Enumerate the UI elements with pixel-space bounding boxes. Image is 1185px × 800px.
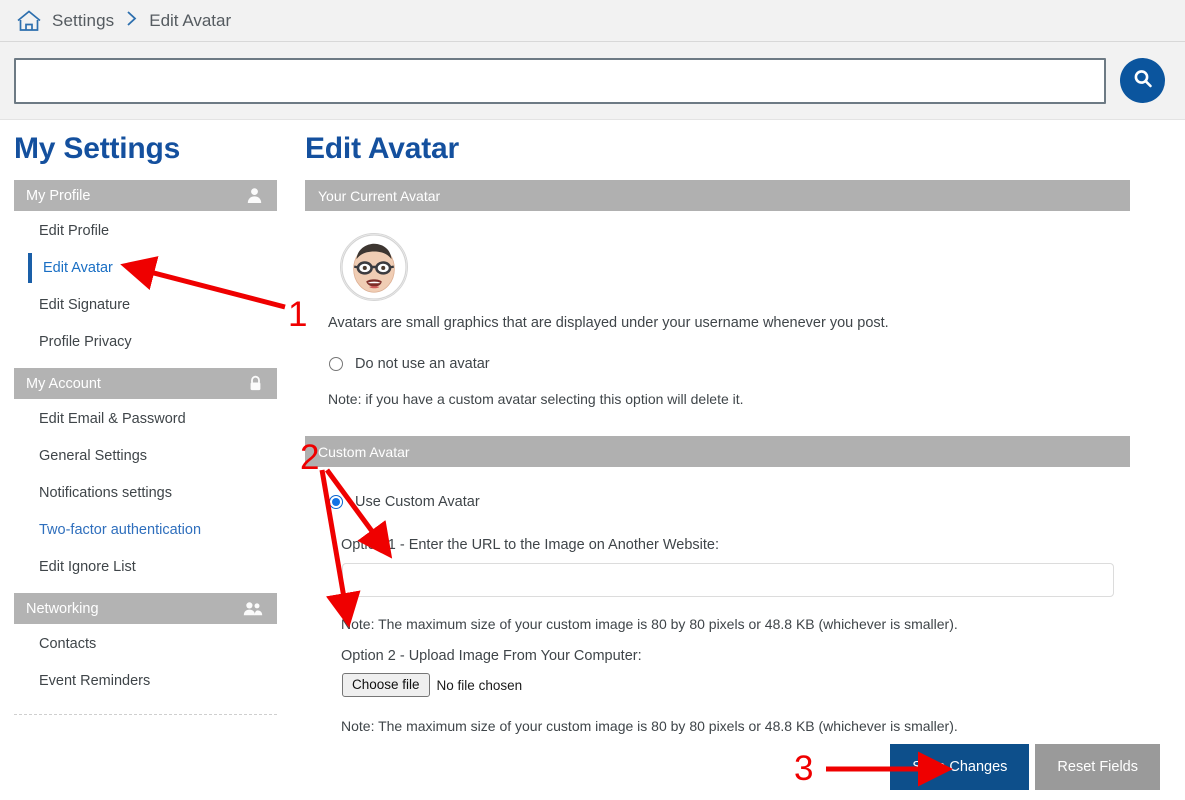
- sidebar-item-label: Event Reminders: [39, 673, 151, 689]
- content-wrap: My Settings My Profile Edit Profile Edit…: [0, 120, 1185, 734]
- sidebar-item-label: Edit Signature: [39, 297, 131, 313]
- sidebar-item-label: Edit Email & Password: [39, 411, 186, 427]
- avatar-url-input[interactable]: [342, 563, 1114, 597]
- sidebar-item-event-reminders[interactable]: Event Reminders: [14, 664, 277, 698]
- sidebar-group-networking[interactable]: Networking: [14, 593, 277, 624]
- sidebar-item-notifications-settings[interactable]: Notifications settings: [14, 476, 277, 510]
- sidebar-links-networking: Contacts Event Reminders: [14, 627, 277, 698]
- sidebar-item-label: Edit Ignore List: [39, 559, 136, 575]
- annotation-number-1: 1: [288, 295, 308, 334]
- radio-indicator[interactable]: [329, 357, 343, 371]
- file-chosen-status: No file chosen: [436, 677, 523, 693]
- sidebar-links-my-profile: Edit Profile Edit Avatar Edit Signature …: [14, 214, 277, 359]
- sidebar-title: My Settings: [14, 132, 181, 165]
- sidebar-item-edit-email-password[interactable]: Edit Email & Password: [14, 402, 277, 436]
- sidebar-item-label: Contacts: [39, 636, 97, 652]
- sidebar: My Settings My Profile Edit Profile Edit…: [0, 126, 290, 734]
- reset-fields-button[interactable]: Reset Fields: [1035, 744, 1160, 790]
- sidebar-item-label: Notifications settings: [39, 485, 172, 501]
- sidebar-item-label: Edit Profile: [39, 223, 110, 239]
- search-icon: [1131, 67, 1155, 94]
- option1-note: Note: The maximum size of your custom im…: [341, 616, 958, 632]
- no-avatar-note: Note: if you have a custom avatar select…: [328, 391, 744, 407]
- sidebar-item-label: Profile Privacy: [39, 334, 132, 350]
- sidebar-item-label: Edit Avatar: [43, 260, 113, 276]
- radio-use-custom-avatar[interactable]: Use Custom Avatar: [329, 494, 1160, 510]
- sidebar-item-profile-privacy[interactable]: Profile Privacy: [14, 325, 277, 359]
- search-input[interactable]: [14, 57, 1106, 104]
- sidebar-item-contacts[interactable]: Contacts: [14, 627, 277, 661]
- choose-file-button[interactable]: Choose file: [342, 673, 430, 698]
- sidebar-divider: [14, 714, 277, 715]
- panel-body-custom-avatar: Use Custom Avatar Option 1 - Enter the U…: [300, 467, 1160, 734]
- radio-use-custom-avatar-label: Use Custom Avatar: [355, 494, 480, 510]
- sidebar-group-my-profile[interactable]: My Profile: [14, 180, 277, 211]
- sidebar-item-edit-avatar[interactable]: Edit Avatar: [14, 251, 277, 285]
- annotation-number-3: 3: [794, 749, 814, 788]
- panel-header-label: Your Current Avatar: [318, 187, 441, 204]
- breadcrumb: Settings Edit Avatar: [0, 0, 1185, 42]
- chevron-right-icon: [126, 10, 137, 32]
- option1-label: Option 1 - Enter the URL to the Image on…: [341, 537, 720, 553]
- save-changes-button[interactable]: Save Changes: [890, 744, 1030, 790]
- sidebar-item-general-settings[interactable]: General Settings: [14, 439, 277, 473]
- annotation-number-2: 2: [300, 438, 320, 477]
- panel-header-current-avatar: Your Current Avatar: [305, 180, 1130, 211]
- sidebar-item-label: General Settings: [39, 448, 148, 464]
- sidebar-links-my-account: Edit Email & Password General Settings N…: [14, 402, 277, 584]
- sidebar-group-label: My Profile: [26, 187, 91, 204]
- sidebar-item-two-factor-authentication[interactable]: Two-factor authentication: [14, 513, 277, 547]
- sidebar-item-edit-signature[interactable]: Edit Signature: [14, 288, 277, 322]
- sidebar-item-edit-profile[interactable]: Edit Profile: [14, 214, 277, 248]
- page-root: Settings Edit Avatar My Settings My Prof…: [0, 0, 1185, 800]
- search-button[interactable]: [1120, 58, 1165, 103]
- avatar: [318, 233, 1160, 301]
- user-icon: [246, 187, 263, 204]
- avatar-caption: Avatars are small graphics that are disp…: [328, 315, 889, 331]
- search-bar: [0, 42, 1185, 120]
- sidebar-item-label: Two-factor authentication: [39, 522, 202, 538]
- main-content: Edit Avatar Your Current Avatar Avatars …: [290, 126, 1185, 734]
- file-upload-row: Choose file No file chosen: [342, 673, 1160, 698]
- sidebar-group-my-account[interactable]: My Account: [14, 368, 277, 399]
- form-actions: Save Changes Reset Fields: [890, 744, 1160, 790]
- page-title: Edit Avatar: [305, 132, 459, 165]
- sidebar-item-edit-ignore-list[interactable]: Edit Ignore List: [14, 550, 277, 584]
- sidebar-group-label: Networking: [26, 600, 99, 617]
- breadcrumb-root[interactable]: Settings: [52, 11, 114, 31]
- sidebar-group-label: My Account: [26, 375, 101, 392]
- lock-icon: [248, 375, 263, 392]
- users-icon: [243, 601, 263, 616]
- panel-body-current-avatar: Avatars are small graphics that are disp…: [300, 211, 1160, 407]
- option2-note: Note: The maximum size of your custom im…: [341, 718, 958, 735]
- breadcrumb-current: Edit Avatar: [149, 10, 232, 30]
- option2-label: Option 2 - Upload Image From Your Comput…: [341, 648, 642, 664]
- panel-header-label: Custom Avatar: [318, 443, 410, 460]
- radio-no-avatar[interactable]: Do not use an avatar: [329, 356, 1160, 372]
- radio-indicator[interactable]: [329, 495, 343, 509]
- radio-no-avatar-label: Do not use an avatar: [355, 356, 490, 372]
- panel-header-custom-avatar: Custom Avatar: [305, 436, 1130, 467]
- home-icon[interactable]: [16, 9, 42, 33]
